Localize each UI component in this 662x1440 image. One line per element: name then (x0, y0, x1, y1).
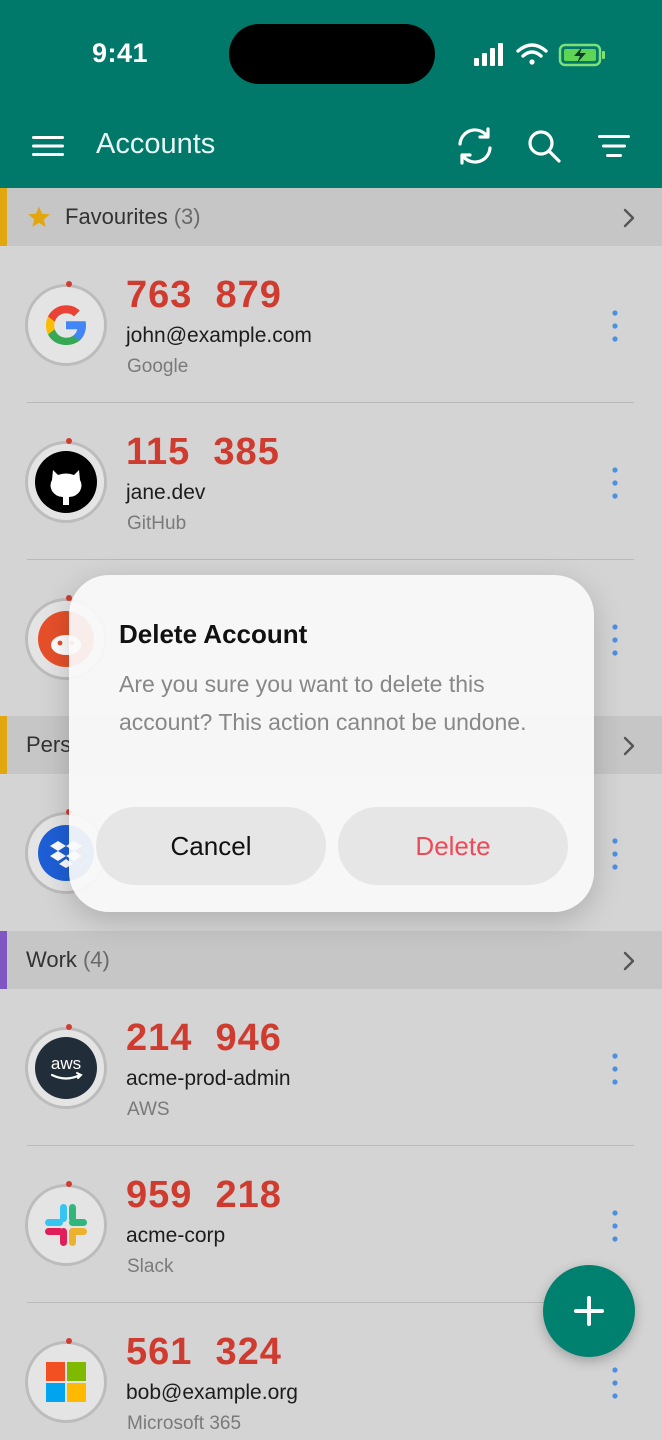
section-header-work[interactable]: Work (4) (0, 931, 662, 989)
plus-icon (574, 1296, 604, 1326)
delete-button[interactable]: Delete (338, 807, 568, 885)
more-options-icon[interactable] (608, 308, 622, 344)
search-button[interactable] (518, 120, 570, 172)
star-icon (28, 206, 50, 227)
account-avatar: aws (25, 1024, 107, 1109)
filter-icon (598, 135, 630, 157)
chevron-right-icon (623, 736, 635, 756)
sync-icon (458, 127, 492, 165)
account-avatar (25, 281, 107, 366)
hamburger-icon (32, 136, 64, 156)
microsoft-icon (46, 1362, 86, 1402)
account-row[interactable]: aws 214 946 acme-prod-admin AWS (0, 989, 662, 1146)
menu-button[interactable] (22, 120, 74, 172)
filter-button[interactable] (588, 120, 640, 172)
app-bar: 9:41 Accounts (0, 0, 662, 188)
account-name: bob@example.org (126, 1381, 298, 1404)
account-issuer: Slack (127, 1256, 174, 1277)
dialog-message: Are you sure you want to delete this acc… (119, 671, 527, 735)
wifi-icon (516, 43, 548, 65)
google-icon (46, 305, 86, 345)
more-options-icon[interactable] (608, 465, 622, 501)
account-avatar (25, 1181, 107, 1266)
section-header-favourites[interactable]: Favourites (3) (0, 188, 662, 246)
otp-code[interactable]: 561 324 (126, 1331, 282, 1374)
more-options-icon[interactable] (608, 622, 622, 658)
dialog-title: Delete Account (119, 619, 308, 649)
chevron-right-icon (623, 208, 635, 228)
timer-indicator (66, 438, 72, 444)
account-row[interactable]: 115 385 jane.dev GitHub (0, 403, 662, 560)
account-name: acme-corp (126, 1224, 226, 1247)
github-icon (35, 451, 97, 513)
dynamic-island (229, 24, 435, 84)
add-account-button[interactable] (543, 1265, 635, 1357)
more-options-icon[interactable] (608, 1208, 622, 1244)
account-issuer: GitHub (127, 513, 187, 534)
account-issuer: Microsoft 365 (127, 1413, 242, 1434)
chevron-right-icon (623, 951, 635, 971)
account-issuer: Google (127, 356, 189, 377)
timer-indicator (66, 1181, 72, 1187)
more-options-icon[interactable] (608, 1365, 622, 1401)
signal-icon (474, 43, 503, 66)
account-name: acme-prod-admin (126, 1067, 291, 1090)
section-count: (3) (173, 204, 201, 229)
status-time: 9:41 (92, 38, 149, 68)
sync-button[interactable] (449, 120, 501, 172)
account-issuer: AWS (127, 1099, 170, 1120)
section-count: (4) (82, 947, 110, 972)
status-icons (474, 43, 605, 67)
more-options-icon[interactable] (608, 836, 622, 872)
timer-indicator (66, 1338, 72, 1344)
account-name: john@example.com (126, 324, 312, 347)
otp-code[interactable]: 763 879 (126, 274, 282, 317)
more-options-icon[interactable] (608, 1051, 622, 1087)
otp-code[interactable]: 959 218 (126, 1174, 282, 1217)
account-avatar (25, 1338, 107, 1423)
timer-indicator (66, 1024, 72, 1030)
svg-text:aws: aws (51, 1054, 81, 1073)
section-label: Work (26, 947, 77, 972)
search-icon (528, 130, 561, 163)
section-label: Favourites (65, 204, 168, 229)
account-name: jane.dev (126, 481, 206, 504)
section-label: Pers (26, 732, 72, 757)
slack-icon (45, 1204, 87, 1246)
account-row[interactable]: 763 879 john@example.com Google (0, 246, 662, 403)
battery-icon (558, 43, 605, 67)
otp-code[interactable]: 115 385 (126, 431, 280, 474)
account-avatar (25, 438, 107, 523)
delete-account-dialog: Delete Account Are you sure you want to … (69, 575, 594, 912)
timer-indicator (66, 281, 72, 287)
aws-icon: aws (35, 1037, 97, 1099)
page-title: Accounts (96, 128, 216, 160)
otp-code[interactable]: 214 946 (126, 1017, 282, 1060)
cancel-button[interactable]: Cancel (96, 807, 326, 885)
